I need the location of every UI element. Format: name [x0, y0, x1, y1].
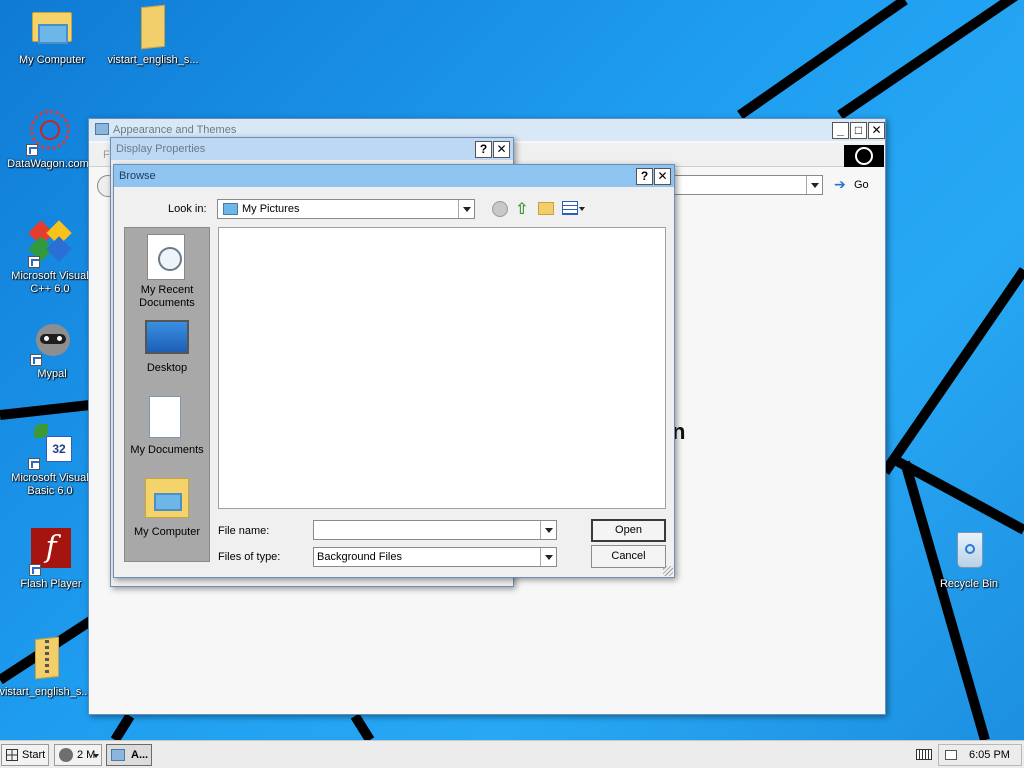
views-dropdown-arrow-icon[interactable]	[579, 207, 585, 211]
display-properties-title: Display Properties	[116, 143, 206, 155]
look-in-combo[interactable]: My Pictures	[217, 199, 475, 219]
places-bar: My Recent Documents Desktop My Documents…	[124, 227, 210, 562]
place-my-computer[interactable]: My Computer	[125, 474, 209, 548]
taskbar-group-mypal[interactable]: 2 M	[54, 744, 102, 766]
file-name-input[interactable]	[313, 520, 557, 540]
shortcut-arrow-icon	[29, 564, 41, 576]
clock[interactable]: 6:05 PM	[969, 749, 1010, 761]
place-label: My Documents	[130, 444, 204, 456]
notification-icon[interactable]	[945, 750, 957, 760]
help-button[interactable]: ?	[475, 141, 492, 158]
place-label: My Computer	[133, 526, 201, 538]
shortcut-arrow-icon	[28, 458, 40, 470]
shortcut-arrow-icon	[26, 144, 38, 156]
tray-area: 6:05 PM	[938, 744, 1022, 766]
desktop-icon-vistart-folder[interactable]: vistart_english_s...	[105, 4, 201, 67]
datawagon-icon	[24, 108, 72, 156]
desktop-icon-mypal[interactable]: Mypal	[4, 318, 100, 381]
taskbar-active-label: A...	[131, 749, 149, 761]
new-folder-icon[interactable]	[538, 202, 554, 215]
raccoon-icon	[59, 748, 73, 762]
place-label: My Recent Documents	[139, 284, 195, 309]
place-label: Desktop	[146, 362, 188, 374]
desktop-icon-flash-player[interactable]: f Flash Player	[3, 528, 99, 591]
appearance-window-icon	[95, 123, 109, 135]
appearance-window-icon	[111, 749, 125, 761]
start-windows-icon	[6, 749, 18, 761]
recent-documents-icon	[147, 234, 185, 280]
browse-titlebar[interactable]: Browse ? ✕	[114, 165, 674, 187]
raccoon-icon	[28, 318, 76, 366]
place-desktop[interactable]: Desktop	[125, 318, 209, 384]
my-documents-icon	[149, 396, 181, 438]
look-in-value: My Pictures	[242, 203, 300, 215]
close-button[interactable]: ✕	[868, 122, 885, 139]
resize-grip-icon[interactable]	[663, 566, 673, 576]
my-computer-icon	[28, 4, 76, 52]
maximize-button[interactable]: □	[850, 122, 867, 139]
folder-icon	[129, 4, 177, 52]
recycle-bin-icon	[945, 528, 993, 576]
views-menu-icon[interactable]	[562, 201, 578, 215]
desktop-icon-visual-cpp[interactable]: Microsoft Visual C++ 6.0	[2, 220, 98, 296]
files-of-type-select[interactable]: Background Files	[313, 547, 557, 567]
cancel-button[interactable]: Cancel	[591, 545, 666, 568]
go-arrow-icon[interactable]: ➔	[834, 176, 846, 193]
pictures-folder-icon	[223, 203, 238, 215]
up-folder-icon[interactable]: ⇧	[515, 199, 528, 219]
shortcut-arrow-icon	[30, 354, 42, 366]
desktop-icon-recycle-bin[interactable]: Recycle Bin	[921, 528, 1017, 591]
files-of-type-label: Files of type:	[218, 551, 281, 563]
visual-basic-icon: 32	[26, 422, 74, 470]
look-in-label: Look in:	[168, 203, 207, 215]
appearance-window-title: Appearance and Themes	[113, 124, 237, 136]
file-list[interactable]	[218, 227, 666, 509]
go-label[interactable]: Go	[854, 179, 869, 191]
start-button[interactable]: Start	[1, 744, 49, 766]
help-button[interactable]: ?	[636, 168, 653, 185]
flash-icon: f	[27, 528, 75, 576]
visual-cpp-icon	[26, 220, 74, 268]
minimize-button[interactable]: _	[832, 122, 849, 139]
chevron-down-icon	[93, 754, 99, 758]
taskbar-item-appearance[interactable]: A...	[106, 744, 152, 766]
place-my-recent-documents[interactable]: My Recent Documents	[125, 232, 209, 312]
close-button[interactable]: ✕	[654, 168, 671, 185]
desktop-icon-visual-basic[interactable]: 32 Microsoft Visual Basic 6.0	[2, 422, 98, 498]
browse-title: Browse	[119, 170, 156, 182]
start-label: Start	[22, 749, 46, 761]
desktop-icon-vistart-zip[interactable]: vistart_english_s...	[0, 636, 93, 699]
desktop-icon-my-computer[interactable]: My Computer	[4, 4, 100, 67]
open-button[interactable]: Open	[591, 519, 666, 542]
place-my-documents[interactable]: My Documents	[125, 392, 209, 466]
display-properties-titlebar[interactable]: Display Properties ? ✕	[111, 138, 513, 160]
files-of-type-value: Background Files	[317, 551, 402, 563]
windows-logo-icon	[844, 145, 884, 167]
browse-dialog: Browse ? ✕ Look in: My Pictures ⇧ My Rec…	[113, 164, 675, 578]
keyboard-icon[interactable]	[916, 749, 932, 760]
desktop-monitor-icon	[145, 320, 189, 354]
address-combo[interactable]	[673, 175, 823, 195]
taskbar: Start 2 M A... 6:05 PM	[0, 740, 1024, 768]
shortcut-arrow-icon	[28, 256, 40, 268]
back-nav-icon[interactable]	[492, 201, 508, 217]
file-name-label: File name:	[218, 525, 270, 537]
close-button[interactable]: ✕	[493, 141, 510, 158]
desktop: My Computer vistart_english_s... DataWag…	[0, 0, 1024, 740]
zip-folder-icon	[21, 636, 69, 684]
my-computer-icon	[145, 478, 189, 518]
desktop-icon-datawagon[interactable]: DataWagon.com	[0, 108, 96, 171]
